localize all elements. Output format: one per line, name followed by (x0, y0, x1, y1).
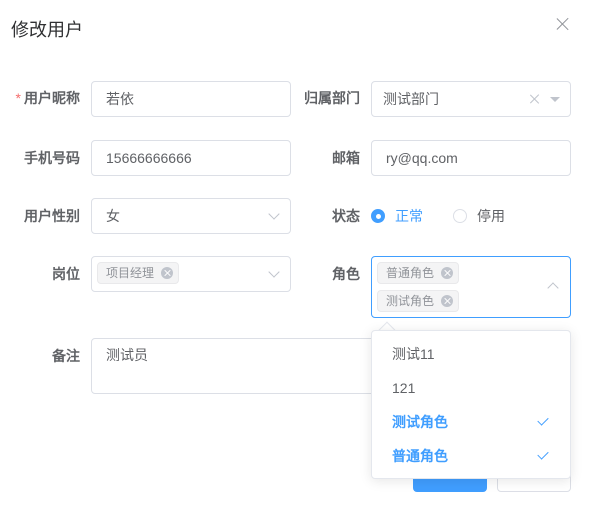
gender-select[interactable]: 女 (91, 198, 291, 234)
gender-label: 用户性别 (24, 208, 80, 224)
dialog-title: 修改用户 (11, 20, 83, 40)
role-tag: 测试角色 (377, 290, 460, 312)
tag-close-icon[interactable] (161, 267, 174, 279)
role-tag: 普通角色 (377, 262, 460, 284)
role-option[interactable]: 121 (372, 371, 570, 405)
dept-value: 测试部门 (383, 91, 439, 107)
role-label: 角色 (332, 266, 360, 282)
status-radio-disabled[interactable] (453, 209, 467, 223)
dept-label: 归属部门 (304, 90, 360, 106)
tag-close-icon[interactable] (441, 267, 454, 279)
role-option[interactable]: 测试11 (372, 337, 570, 371)
email-label: 邮箱 (332, 150, 360, 166)
status-label: 状态 (332, 208, 360, 224)
nickname-label-text: 用户昵称 (24, 90, 80, 106)
role-option[interactable]: 普通角色 (372, 439, 570, 473)
phone-input[interactable]: 15666666666 (91, 140, 291, 176)
remark-label: 备注 (52, 348, 80, 364)
status-disabled-label[interactable]: 停用 (477, 208, 505, 224)
role-option-label: 测试角色 (392, 414, 448, 430)
role-option-label: 121 (392, 380, 416, 396)
required-mark: * (15, 90, 21, 106)
check-icon (537, 414, 549, 426)
role-option-label: 普通角色 (392, 448, 448, 464)
role-tag-label: 普通角色 (386, 266, 435, 280)
check-icon (537, 448, 549, 460)
status-normal-label[interactable]: 正常 (395, 208, 423, 224)
role-option-label: 测试11 (392, 346, 435, 362)
role-dropdown: 测试11 121 测试角色 普通角色 (371, 330, 571, 479)
dept-select[interactable]: 测试部门 (371, 81, 571, 117)
post-tag: 项目经理 (97, 262, 180, 284)
phone-label: 手机号码 (24, 150, 80, 166)
email-value: ry@qq.com (386, 150, 458, 166)
gender-value: 女 (106, 208, 120, 224)
remark-value: 测试员 (106, 347, 148, 363)
email-input[interactable]: ry@qq.com (371, 140, 571, 176)
caret-down-icon[interactable] (550, 97, 560, 102)
phone-value: 15666666666 (106, 150, 192, 166)
close-icon[interactable] (556, 17, 570, 31)
role-option[interactable]: 测试角色 (372, 405, 570, 439)
role-tag-label: 测试角色 (386, 294, 435, 308)
nickname-value: 若依 (106, 91, 134, 107)
clear-icon[interactable] (530, 94, 540, 104)
post-tag-label: 项目经理 (106, 266, 155, 280)
status-radio-normal[interactable] (371, 209, 385, 223)
nickname-label: * 用户昵称 (10, 80, 80, 116)
tag-close-icon[interactable] (441, 295, 454, 307)
nickname-input[interactable]: 若依 (91, 81, 291, 117)
post-label: 岗位 (52, 266, 80, 282)
